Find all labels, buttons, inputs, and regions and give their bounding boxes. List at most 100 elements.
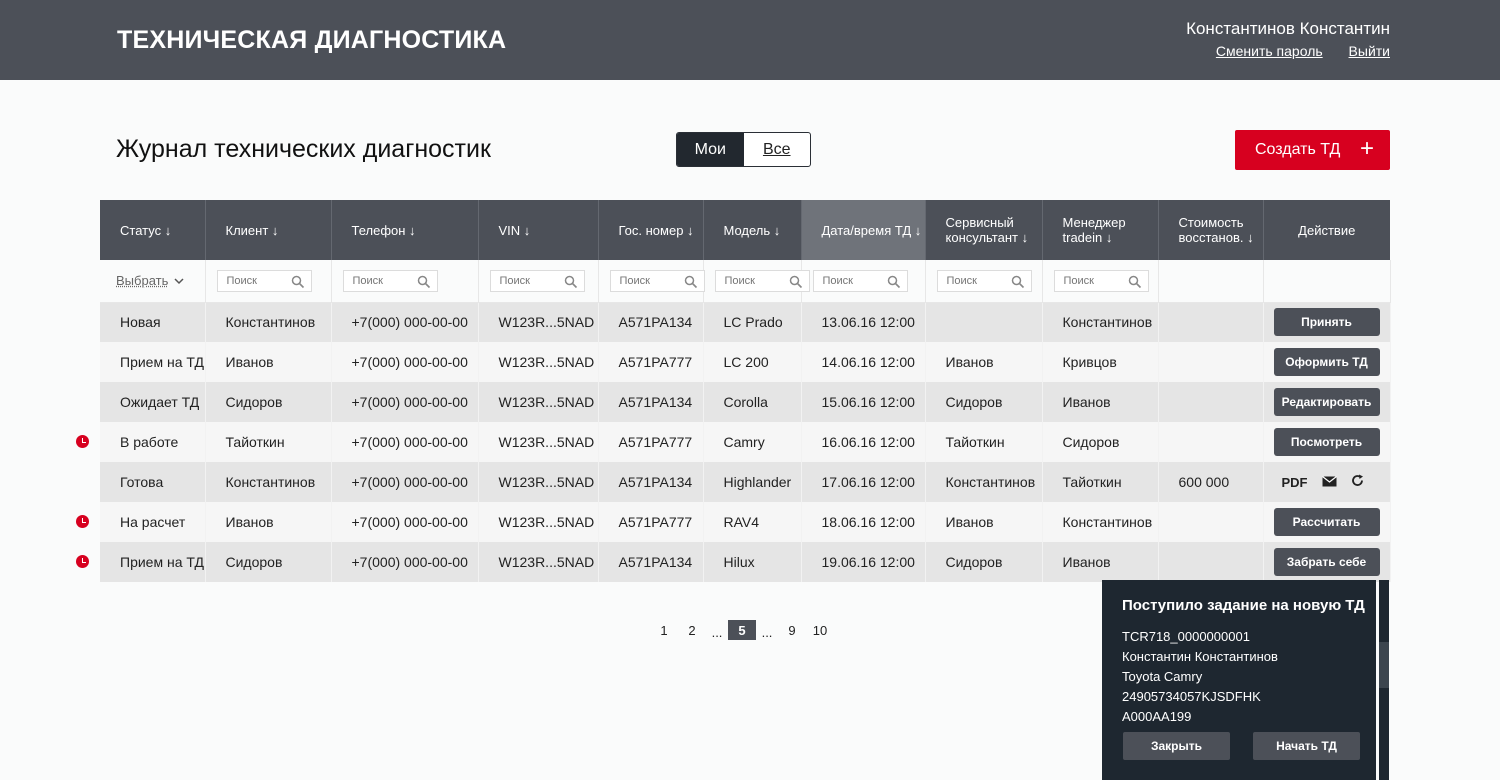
cell-cost (1158, 422, 1264, 462)
cell-consultant: Иванов (925, 342, 1043, 382)
cell-client: Иванов (205, 342, 332, 382)
column-header-action[interactable]: Действие (1263, 200, 1390, 260)
column-header-client[interactable]: Клиент ↓ (205, 200, 332, 260)
row-action-button[interactable]: Оформить ТД (1273, 348, 1380, 376)
search-box-vin (489, 269, 585, 292)
cell-cost (1158, 342, 1264, 382)
pagination-ellipsis: ... (761, 625, 773, 640)
cell-datetime: 16.06.16 12:00 (801, 422, 926, 462)
column-header-vin[interactable]: VIN ↓ (478, 200, 599, 260)
top-bar: ТЕХНИЧЕСКАЯ ДИАГНОСТИКА Константинов Кон… (0, 0, 1500, 80)
toggle-mine[interactable]: Мои (677, 133, 744, 166)
notification-line: Константин Константинов (1122, 649, 1278, 664)
table-row[interactable]: В работе Тайоткин +7(000) 000-00-00 W123R..… (100, 422, 1391, 462)
cell-status: В работе (100, 422, 206, 462)
cell-manager: Константинов (1042, 302, 1159, 342)
cell-model: Corolla (703, 382, 802, 422)
cell-plate: A571PA134 (598, 382, 704, 422)
notification-start-button[interactable]: Начать ТД (1253, 732, 1360, 760)
cell-action: Принять (1263, 302, 1391, 342)
plus-icon: + (1359, 135, 1374, 162)
cell-client: Тайоткин (205, 422, 332, 462)
column-header-plate[interactable]: Гос. номер ↓ (598, 200, 704, 260)
table-row[interactable]: Прием на ТД Сидоров +7(000) 000-00-00 W123R… (100, 542, 1391, 582)
row-action-button[interactable]: Принять (1273, 308, 1380, 337)
filter-cell-action (1263, 260, 1391, 303)
notification-line: Toyota Camry (1122, 669, 1203, 684)
table-row[interactable]: Готова Константинов +7(000) 000-00-00 W123R… (100, 462, 1391, 502)
page-link[interactable]: 9 (778, 620, 806, 640)
cell-plate: A571PA777 (598, 502, 704, 542)
cell-client: Иванов (205, 502, 332, 542)
table-row[interactable]: Прием на ТД Иванов +7(000) 000-00-00 W123R.… (100, 342, 1391, 382)
logout-link[interactable]: Выйти (1349, 43, 1390, 59)
cell-status: Прием на ТД (100, 542, 206, 582)
column-header-model[interactable]: Модель ↓ (703, 200, 802, 260)
pagination: 1 2... 5... 9 10 (650, 620, 834, 640)
new-task-notification: Поступило задание на новую ТД TCR718_000… (1102, 580, 1376, 780)
cell-status: Готова (100, 462, 206, 502)
table-row[interactable]: Новая Константинов +7(000) 000-00-00 W123R.… (100, 302, 1391, 342)
notification-close-button[interactable]: Закрыть (1123, 732, 1230, 760)
search-icon (1011, 275, 1025, 289)
row-action-button[interactable]: Рассчитать (1273, 508, 1380, 536)
cell-vin: W123R...5NAD (478, 542, 599, 582)
cell-status: На расчет (100, 502, 206, 542)
user-name: Константинов Константин (1186, 19, 1390, 38)
cell-phone: +7(000) 000-00-00 (331, 342, 479, 382)
cell-datetime: 17.06.16 12:00 (801, 462, 926, 502)
row-action-button[interactable]: Забрать себе (1273, 548, 1380, 576)
filter-cell-vin (478, 260, 599, 303)
cell-consultant: Константинов (925, 462, 1043, 502)
filter-cell-status: Выбрать (100, 260, 206, 303)
change-password-link[interactable]: Сменить пароль (1216, 43, 1323, 59)
status-filter-select[interactable]: Выбрать (111, 273, 184, 288)
cell-consultant (925, 302, 1043, 342)
table-row[interactable]: На расчет Иванов +7(000) 000-00-00 W123R...… (100, 502, 1391, 542)
cell-phone: +7(000) 000-00-00 (331, 462, 479, 502)
cell-model: Hilux (703, 542, 802, 582)
cell-client: Сидоров (205, 382, 332, 422)
toggle-all[interactable]: Все (744, 133, 811, 166)
cell-plate: A571PA134 (598, 542, 704, 582)
mail-icon[interactable] (1321, 474, 1337, 490)
page-link[interactable]: 10 (806, 620, 834, 640)
page-link[interactable]: 5 (728, 620, 756, 640)
page-link[interactable]: 2 (678, 620, 706, 640)
cell-model: RAV4 (703, 502, 802, 542)
cell-action: Посмотреть (1263, 422, 1391, 462)
table-row[interactable]: Ожидает ТД Сидоров +7(000) 000-00-00 W123R.… (100, 382, 1391, 422)
cell-vin: W123R...5NAD (478, 462, 599, 502)
mine-all-toggle: Мои Все (676, 132, 811, 167)
row-action-button[interactable]: Редактировать (1273, 388, 1380, 416)
cell-consultant: Сидоров (925, 382, 1043, 422)
pdf-link[interactable]: PDF (1282, 475, 1308, 490)
cell-action: Оформить ТД (1263, 342, 1391, 382)
search-box-datetime (812, 269, 908, 292)
column-header-status[interactable]: Статус ↓ (100, 200, 206, 260)
filter-cell-plate (598, 260, 705, 303)
cell-status: Прием на ТД (100, 342, 206, 382)
column-header-cost[interactable]: Стоимость восстанов. ↓ (1158, 200, 1264, 260)
table-header-row: Статус ↓ Клиент ↓ Телефон ↓ VIN ↓ Гос. номер… (100, 200, 1390, 260)
notification-scrollbar[interactable] (1379, 580, 1389, 780)
cell-plate: A571PA134 (598, 302, 704, 342)
notification-line: A000AA199 (1122, 709, 1192, 724)
refresh-icon[interactable] (1351, 474, 1364, 490)
app-title: ТЕХНИЧЕСКАЯ ДИАГНОСТИКА (117, 26, 507, 54)
column-header-manager[interactable]: Менеджер tradein ↓ (1042, 200, 1159, 260)
cell-consultant: Иванов (925, 502, 1043, 542)
cell-phone: +7(000) 000-00-00 (331, 502, 479, 542)
page-link[interactable]: 1 (650, 620, 678, 640)
column-header-consultant[interactable]: Сервисный консультант ↓ (925, 200, 1043, 260)
column-header-datetime[interactable]: Дата/время ТД ↓ (801, 200, 926, 260)
row-action-button[interactable]: Посмотреть (1273, 428, 1380, 456)
cell-vin: W123R...5NAD (478, 382, 599, 422)
filter-cell-datetime (801, 260, 926, 303)
create-td-button[interactable]: Создать ТД + (1235, 130, 1390, 170)
cell-model: Highlander (703, 462, 802, 502)
column-header-phone[interactable]: Телефон ↓ (331, 200, 479, 260)
filter-cell-phone (331, 260, 479, 303)
clock-icon (76, 555, 89, 568)
cell-vin: W123R...5NAD (478, 342, 599, 382)
